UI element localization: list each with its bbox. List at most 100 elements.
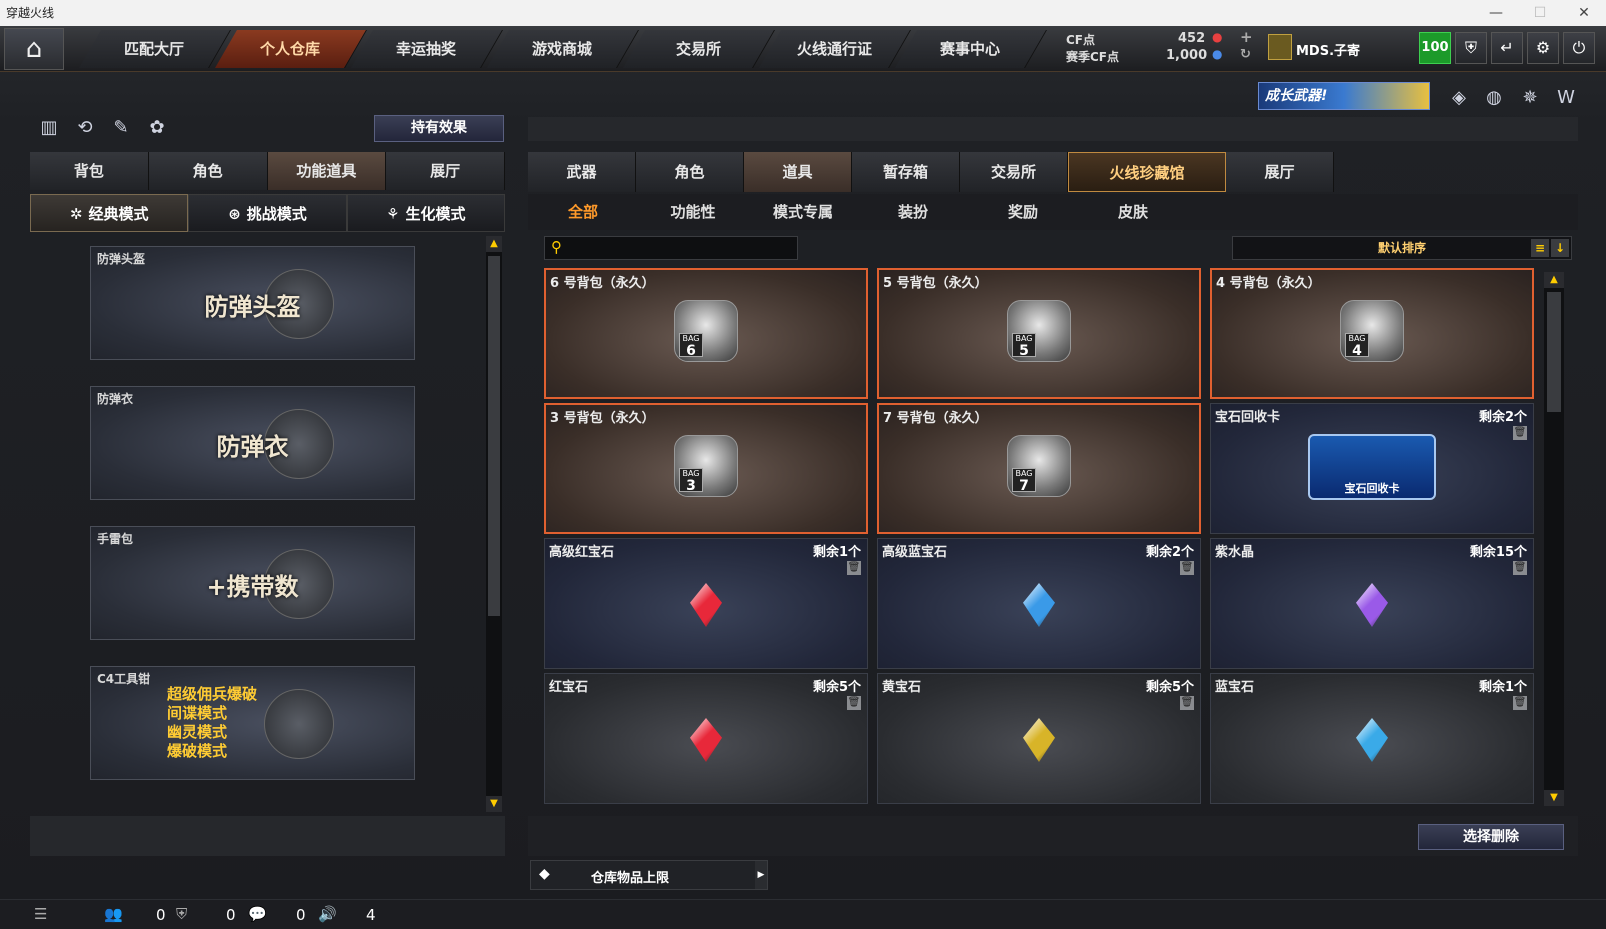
right-tab-6[interactable]: 展厅 (1226, 152, 1334, 192)
left-card[interactable]: 防弹衣 防弹衣 (90, 386, 415, 500)
left-card-title: 防弹头盔 (97, 252, 146, 266)
equip-icon[interactable]: ✎ (108, 115, 134, 141)
volume-icon[interactable]: 🔊 (318, 905, 337, 923)
mode-tab-2[interactable]: ⚘ 生化模式 (346, 194, 505, 232)
item-card[interactable]: 红宝石 剩余5个 🗑 (544, 673, 868, 804)
sub-tab-0[interactable]: 全部 (528, 194, 638, 230)
home-button[interactable]: ⌂ (4, 28, 64, 70)
history-icon[interactable]: ⟲ (72, 115, 98, 141)
item-card[interactable]: 宝石回收卡 剩余2个 🗑 宝石回收卡 (1210, 403, 1534, 534)
close-icon[interactable]: ✕ (1562, 0, 1606, 26)
sub-tab-5[interactable]: 皮肤 (1078, 194, 1188, 230)
menu-icon[interactable]: ☰ (34, 905, 47, 923)
grenade-icon[interactable]: ✿ (144, 115, 170, 141)
refresh-icon[interactable]: ↻ (1240, 47, 1251, 62)
mode-tab-1[interactable]: ⊛ 挑战模式 (188, 194, 347, 232)
ranking-icon[interactable]: ▥ (36, 115, 62, 141)
trash-icon[interactable]: 🗑 (1180, 696, 1194, 710)
nav-tab-4[interactable]: 交易所 (623, 30, 775, 68)
sub-tab-1[interactable]: 功能性 (638, 194, 748, 230)
level-badge[interactable]: 100 (1419, 32, 1451, 64)
item-card[interactable]: 高级蓝宝石 剩余2个 🗑 (877, 538, 1201, 669)
sub-tab-4[interactable]: 奖励 (968, 194, 1078, 230)
scroll-down-icon[interactable]: ▼ (1544, 790, 1564, 806)
globe-icon[interactable]: ◍ (1480, 84, 1508, 112)
return-icon[interactable]: ↵ (1491, 32, 1523, 64)
item-card[interactable]: 5 号背包（永久） BAG 5 (877, 268, 1201, 399)
gem-icon (690, 583, 722, 627)
right-tab-1[interactable]: 角色 (636, 152, 744, 192)
sort-desc-icon[interactable]: ↓ (1551, 239, 1569, 257)
trash-icon[interactable]: 🗑 (1513, 696, 1527, 710)
minimize-icon[interactable]: — (1474, 0, 1518, 26)
select-delete-button[interactable]: 选择删除 (1418, 824, 1564, 850)
user-name[interactable]: MDS.子寄 (1296, 40, 1360, 59)
left-scrollbar[interactable]: ▲ ▼ (486, 236, 502, 812)
left-tab-2[interactable]: 功能道具 (267, 152, 387, 190)
item-card[interactable]: 6 号背包（永久） BAG 6 (544, 268, 868, 399)
item-card[interactable]: 4 号背包（永久） BAG 4 (1210, 268, 1534, 399)
classic-mode-icon: ✲ (69, 205, 83, 223)
sub-tab-3[interactable]: 装扮 (858, 194, 968, 230)
left-card-title: 手雷包 (97, 532, 134, 546)
item-card[interactable]: 7 号背包（永久） BAG 7 (877, 403, 1201, 534)
shield-icon[interactable]: ⛨ (1455, 32, 1487, 64)
trash-icon[interactable]: 🗑 (1180, 561, 1194, 575)
power-icon[interactable]: ⏻ (1563, 32, 1595, 64)
mode-tab-0[interactable]: ✲ 经典模式 (30, 194, 189, 232)
left-tab-3[interactable]: 展厅 (386, 152, 505, 190)
scroll-thumb[interactable] (1547, 292, 1561, 412)
right-tab-4[interactable]: 交易所 (960, 152, 1068, 192)
trash-icon[interactable]: 🗑 (847, 696, 861, 710)
left-tab-0[interactable]: 背包 (30, 152, 149, 190)
chat-icon[interactable]: 💬 (248, 905, 267, 923)
right-tab-2[interactable]: 道具 (744, 152, 852, 192)
left-card[interactable]: 手雷包 +携带数 (90, 526, 415, 640)
nav-tab-0[interactable]: 匹配大厅 (79, 30, 231, 68)
search-input[interactable] (573, 239, 793, 257)
maximize-icon[interactable]: ☐ (1518, 0, 1562, 26)
scroll-up-icon[interactable]: ▲ (1544, 272, 1564, 288)
scroll-thumb[interactable] (488, 256, 500, 616)
item-card[interactable]: 黄宝石 剩余5个 🗑 (877, 673, 1201, 804)
capacity-bar[interactable]: ◆ 仓库物品上限 ▶ (530, 860, 768, 890)
sort-dropdown[interactable]: 默认排序 ≡ ↓ (1232, 236, 1572, 260)
star-icon[interactable]: ✵ (1516, 84, 1544, 112)
expand-arrow-icon[interactable]: ▶ (755, 861, 767, 889)
bag-tag: BAG 4 (1345, 333, 1369, 358)
item-card[interactable]: 紫水晶 剩余15个 🗑 (1210, 538, 1534, 669)
item-card[interactable]: 3 号背包（永久） BAG 3 (544, 403, 868, 534)
gear-icon[interactable]: ⚙ (1527, 32, 1559, 64)
trash-icon[interactable]: 🗑 (1513, 561, 1527, 575)
vip-icon[interactable]: W (1552, 84, 1580, 112)
hold-effect-button[interactable]: 持有效果 (374, 115, 504, 142)
item-card[interactable]: 高级红宝石 剩余1个 🗑 (544, 538, 868, 669)
left-card[interactable]: C4工具钳 超级佣兵爆破 间谍模式 幽灵模式 爆破模式 (90, 666, 415, 780)
trash-icon[interactable]: 🗑 (847, 561, 861, 575)
add-cf-icon[interactable]: + (1240, 28, 1253, 46)
nav-tab-1[interactable]: 个人仓库 (215, 30, 367, 68)
nav-tab-5[interactable]: 火线通行证 (759, 30, 911, 68)
friends-icon[interactable]: 👥 (104, 905, 123, 923)
scroll-up-icon[interactable]: ▲ (486, 236, 502, 252)
right-tab-5[interactable]: 火线珍藏馆 (1068, 152, 1226, 192)
item-name: 蓝宝石 (1215, 680, 1255, 695)
scroll-down-icon[interactable]: ▼ (486, 796, 502, 812)
right-scrollbar[interactable]: ▲ ▼ (1544, 272, 1564, 806)
list-view-icon[interactable]: ≡ (1531, 239, 1549, 257)
sub-tab-2[interactable]: 模式专属 (748, 194, 858, 230)
left-card-line: 超级佣兵爆破 (167, 685, 258, 703)
item-card[interactable]: 蓝宝石 剩余1个 🗑 (1210, 673, 1534, 804)
badge-v-icon[interactable]: ◈ (1445, 84, 1473, 112)
left-tab-1[interactable]: 角色 (148, 152, 268, 190)
nav-tab-2[interactable]: 幸运抽奖 (351, 30, 503, 68)
gem-icon (1023, 718, 1055, 762)
nav-tab-3[interactable]: 游戏商城 (487, 30, 639, 68)
trash-icon[interactable]: 🗑 (1513, 426, 1527, 440)
promo-banner[interactable]: 成长武器! (1258, 82, 1430, 110)
left-card[interactable]: 防弹头盔 防弹头盔 (90, 246, 415, 360)
nav-tab-6[interactable]: 赛事中心 (895, 30, 1047, 68)
right-tab-0[interactable]: 武器 (528, 152, 636, 192)
right-tab-3[interactable]: 暂存箱 (852, 152, 960, 192)
clan-icon[interactable]: ⛨ (176, 905, 187, 923)
